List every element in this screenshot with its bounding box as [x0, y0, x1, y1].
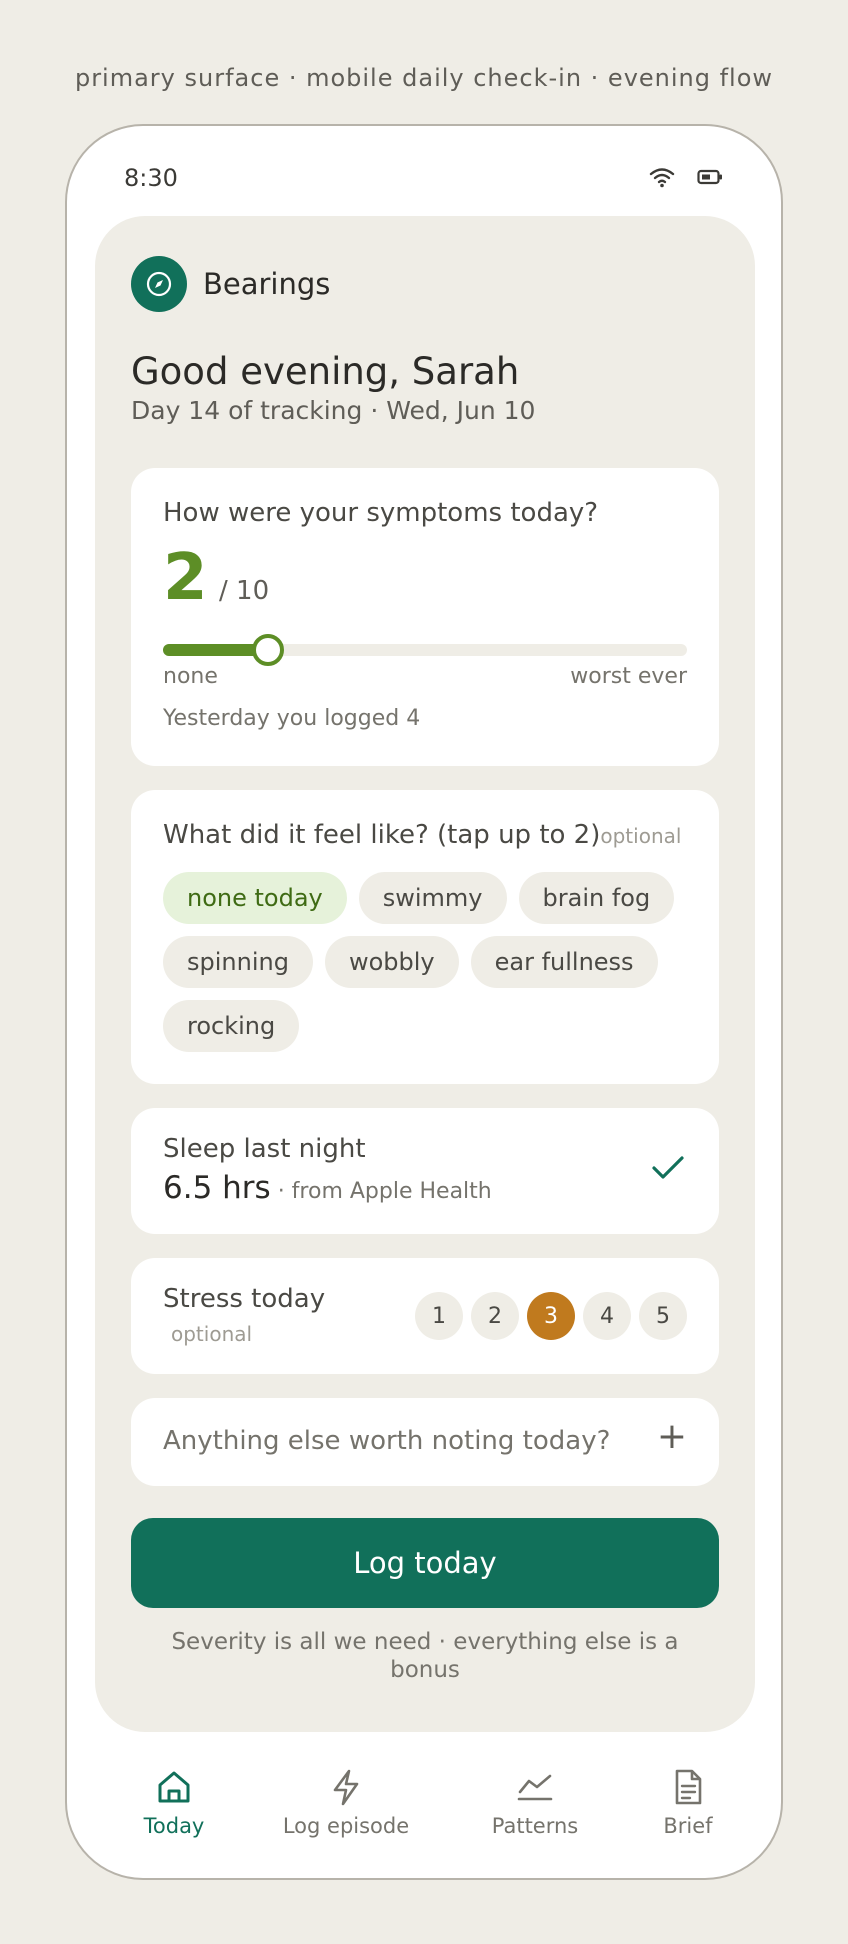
tab-log-episode[interactable]: Log episode — [266, 1766, 426, 1838]
feel-question: What did it feel like? (tap up to 2)opti… — [163, 820, 681, 850]
bottom-tab-bar: Today Log episode Patterns Brief — [67, 1766, 781, 1856]
app-brand: Bearings — [131, 256, 330, 312]
feel-chip[interactable]: rocking — [163, 1000, 300, 1052]
stress-card: Stress today optional 12345 — [131, 1258, 719, 1374]
note-input[interactable]: Anything else worth noting today? + — [131, 1398, 719, 1486]
feel-chip[interactable]: none today — [163, 872, 347, 924]
yesterday-note: Yesterday you logged 4 — [163, 706, 421, 731]
symptom-question: How were your symptoms today? — [163, 498, 599, 528]
tracking-subtitle: Day 14 of tracking · Wed, Jun 10 — [131, 396, 536, 425]
compass-icon — [131, 256, 187, 312]
tab-today[interactable]: Today — [94, 1766, 254, 1838]
sleep-value: 6.5 hrs — [163, 1170, 271, 1206]
severity-value: 2 — [163, 541, 208, 615]
tab-patterns[interactable]: Patterns — [455, 1766, 615, 1838]
stress-optional-label: optional — [171, 1322, 253, 1346]
tab-label: Today — [143, 1814, 205, 1838]
tab-label: Log episode — [282, 1814, 410, 1838]
symptom-severity-card: How were your symptoms today? 2 / 10 non… — [131, 468, 719, 766]
trend-chart-icon — [515, 1766, 555, 1808]
status-icons — [649, 166, 723, 192]
severity-slider-thumb[interactable] — [252, 634, 284, 666]
feel-chip[interactable]: brain fog — [518, 872, 675, 924]
sleep-card[interactable]: Sleep last night 6.5 hrs · from Apple He… — [131, 1108, 719, 1234]
footnote: Severity is all we need · everything els… — [171, 1629, 679, 1683]
severity-max: / 10 — [219, 576, 270, 606]
log-today-button[interactable]: Log today — [131, 1518, 719, 1608]
home-icon — [154, 1766, 194, 1808]
checkmark-icon — [651, 1154, 685, 1186]
sleep-value-row: 6.5 hrs · from Apple Health — [163, 1170, 492, 1206]
battery-icon — [697, 169, 723, 189]
plus-icon[interactable]: + — [657, 1416, 687, 1457]
phone-frame: 8:30 Bearings Good evening, Sarah Day 14… — [65, 124, 783, 1880]
stress-option[interactable]: 4 — [583, 1292, 631, 1340]
document-icon — [668, 1766, 708, 1808]
stress-option[interactable]: 1 — [415, 1292, 463, 1340]
severity-slider[interactable] — [163, 634, 687, 666]
stress-option[interactable]: 2 — [471, 1292, 519, 1340]
feel-card: What did it feel like? (tap up to 2)opti… — [131, 790, 719, 1084]
stress-option[interactable]: 3 — [527, 1292, 575, 1340]
severity-min-label: none — [163, 664, 218, 689]
greeting: Good evening, Sarah — [131, 350, 520, 393]
wifi-icon — [649, 166, 675, 192]
feel-chip[interactable]: swimmy — [358, 872, 507, 924]
feel-chip-group: none today swimmy brain fog spinning wobbly e… — [163, 872, 703, 1052]
checkin-panel: Bearings Good evening, Sarah Day 14 of t… — [95, 216, 755, 1732]
stress-options: 12345 — [415, 1292, 687, 1340]
lightning-icon — [326, 1766, 366, 1808]
page-caption: primary surface · mobile daily check-in … — [74, 64, 774, 92]
stress-option[interactable]: 5 — [639, 1292, 687, 1340]
feel-chip[interactable]: ear fullness — [470, 936, 658, 988]
tab-label: Patterns — [491, 1814, 579, 1838]
tab-brief[interactable]: Brief — [608, 1766, 768, 1838]
feel-chip[interactable]: spinning — [163, 936, 313, 988]
sleep-title: Sleep last night — [163, 1134, 366, 1164]
sleep-source: · from Apple Health — [270, 1179, 492, 1204]
app-name: Bearings — [203, 267, 331, 301]
note-placeholder: Anything else worth noting today? — [163, 1426, 611, 1456]
feel-chip[interactable]: wobbly — [324, 936, 459, 988]
status-time: 8:30 — [124, 164, 178, 192]
stress-title: Stress today — [163, 1284, 326, 1314]
feel-question-text: What did it feel like? (tap up to 2) — [163, 820, 601, 850]
feel-optional-label: optional — [600, 824, 682, 848]
tab-label: Brief — [663, 1814, 713, 1838]
severity-max-label: worst ever — [570, 664, 687, 689]
